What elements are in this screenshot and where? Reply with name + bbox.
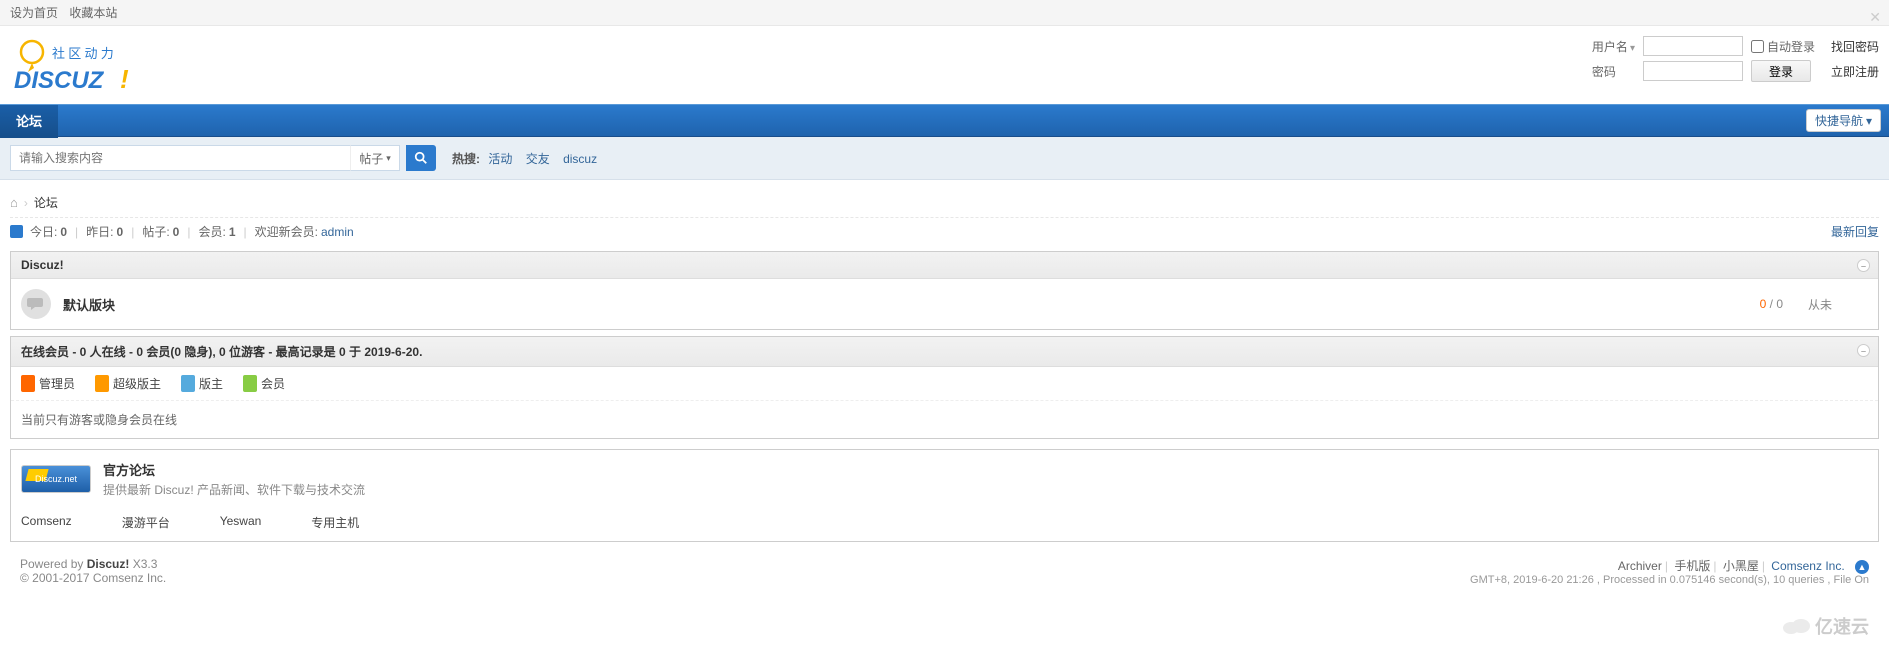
set-homepage-link[interactable]: 设为首页 xyxy=(10,6,58,20)
search-bar: 帖子▾ 热搜: 活动 交友 discuz xyxy=(0,137,1889,180)
official-forum-link[interactable]: 官方论坛 xyxy=(103,463,155,478)
search-button[interactable] xyxy=(406,145,436,171)
link-comsenz[interactable]: Comsenz xyxy=(21,514,72,531)
powered-by: Powered by Discuz! X3.3 xyxy=(20,557,1869,571)
forum-row: 默认版块 0 / 0 从未 xyxy=(11,279,1878,329)
category-name[interactable]: Discuz! xyxy=(21,258,64,272)
search-input[interactable] xyxy=(10,145,350,171)
hot-keyword[interactable]: 活动 xyxy=(488,152,512,166)
login-button[interactable]: 登录 xyxy=(1751,60,1811,82)
hot-search-label: 热搜: xyxy=(452,152,480,166)
discuz-link[interactable]: Discuz! xyxy=(87,557,130,571)
legend-mod: 版主 xyxy=(181,375,223,392)
debug-info: GMT+8, 2019-6-20 21:26 , Processed in 0.… xyxy=(1470,574,1869,586)
member-badge-icon xyxy=(243,375,257,392)
search-icon xyxy=(414,151,428,165)
breadcrumb-forum[interactable]: 论坛 xyxy=(34,194,58,211)
admin-badge-icon xyxy=(21,375,35,392)
link-yeswan[interactable]: Yeswan xyxy=(220,514,262,531)
mobile-link[interactable]: 手机版 xyxy=(1674,559,1710,573)
welcome-label: 欢迎新会员: xyxy=(255,223,318,240)
forum-name[interactable]: 默认版块 xyxy=(63,295,115,314)
home-icon[interactable]: ⌂ xyxy=(10,195,18,210)
legend-member: 会员 xyxy=(243,375,285,392)
forum-post-stats: 0 / 0 xyxy=(1760,297,1783,311)
breadcrumb-separator: › xyxy=(24,196,28,210)
quick-nav-button[interactable]: 快捷导航▾ xyxy=(1806,109,1881,132)
link-host[interactable]: 专用主机 xyxy=(311,514,359,531)
hot-keyword[interactable]: 交友 xyxy=(526,152,550,166)
close-icon[interactable]: ✕ xyxy=(1869,4,1881,30)
online-legend: 管理员 超级版主 版主 会员 xyxy=(11,367,1878,400)
forum-stats: 今日: 0 | 昨日: 0 | 帖子: 0 | 会员: 1 | 欢迎新会员: a… xyxy=(10,217,1879,245)
online-header: 在线会员 - 0 人在线 - 0 会员(0 隐身), 0 位游客 - 最高记录是… xyxy=(11,337,1878,367)
blackhouse-link[interactable]: 小黑屋 xyxy=(1723,559,1759,573)
register-link[interactable]: 立即注册 xyxy=(1831,63,1879,80)
top-bar: 设为首页 收藏本站 ✕ xyxy=(0,0,1889,26)
hot-search: 热搜: 活动 交友 discuz xyxy=(452,150,602,167)
username-label: 用户名▾ xyxy=(1592,38,1635,55)
chevron-down-icon[interactable]: ▾ xyxy=(1630,43,1635,54)
svg-text:DISCUZ: DISCUZ xyxy=(14,67,105,94)
login-area: 用户名▾ 自动登录 找回密码 密码 登录 立即注册 xyxy=(1592,36,1879,82)
latest-reply-link[interactable]: 最新回复 xyxy=(1831,223,1879,240)
logo[interactable]: 社 区 动 力 DISCUZ ! xyxy=(10,36,160,94)
password-input[interactable] xyxy=(1643,61,1743,81)
username-input[interactable] xyxy=(1643,36,1743,56)
comsenz-link[interactable]: Comsenz Inc. xyxy=(1771,559,1844,573)
online-panel: 在线会员 - 0 人在线 - 0 会员(0 隐身), 0 位游客 - 最高记录是… xyxy=(10,336,1879,439)
nav-bar: 论坛 快捷导航▾ xyxy=(0,104,1889,137)
online-message: 当前只有游客或隐身会员在线 xyxy=(11,400,1878,438)
breadcrumb: ⌂ › 论坛 xyxy=(10,188,1879,217)
legend-supermod: 超级版主 xyxy=(95,375,161,392)
official-forum-desc: 提供最新 Discuz! 产品新闻、软件下载与技术交流 xyxy=(103,481,365,498)
forum-icon xyxy=(21,289,51,319)
password-label: 密码 xyxy=(1592,63,1635,80)
posts-count: 0 xyxy=(173,225,180,239)
collapse-icon[interactable]: – xyxy=(1857,344,1870,357)
members-label: 会员: xyxy=(198,223,225,240)
yesterday-label: 昨日: xyxy=(86,223,113,240)
watermark: 亿速云 xyxy=(1781,613,1869,639)
posts-label: 帖子: xyxy=(142,223,169,240)
header: 社 区 动 力 DISCUZ ! 用户名▾ 自动登录 找回密码 密码 登录 立即… xyxy=(0,26,1889,104)
today-count: 0 xyxy=(60,225,67,239)
chevron-down-icon: ▾ xyxy=(386,153,391,164)
search-type-dropdown[interactable]: 帖子▾ xyxy=(350,145,400,171)
newest-member-link[interactable]: admin xyxy=(321,225,354,239)
hot-keyword[interactable]: discuz xyxy=(563,152,597,166)
today-label: 今日: xyxy=(30,223,57,240)
forgot-password-link[interactable]: 找回密码 xyxy=(1831,38,1879,55)
svg-text:!: ! xyxy=(120,64,129,94)
scroll-top-icon[interactable]: ▲ xyxy=(1855,560,1869,574)
favorite-site-link[interactable]: 收藏本站 xyxy=(69,6,117,20)
legend-admin: 管理员 xyxy=(21,375,75,392)
footer: Powered by Discuz! X3.3 © 2001-2017 Coms… xyxy=(10,542,1879,615)
svg-text:社 区 动 力: 社 区 动 力 xyxy=(52,46,114,61)
chevron-down-icon: ▾ xyxy=(1866,114,1872,128)
archiver-link[interactable]: Archiver xyxy=(1618,559,1662,573)
collapse-icon[interactable]: – xyxy=(1857,259,1870,272)
official-forum-image[interactable]: Discuz.net xyxy=(21,465,91,493)
auto-login-checkbox[interactable] xyxy=(1751,40,1764,53)
category-header: Discuz! – xyxy=(11,252,1878,279)
auto-login-label: 自动登录 xyxy=(1767,38,1815,55)
forum-last-post: 从未 xyxy=(1808,296,1868,313)
official-links: Comsenz 漫游平台 Yeswan 专用主机 xyxy=(21,514,1868,531)
stats-icon[interactable] xyxy=(10,225,23,238)
category-panel: Discuz! – 默认版块 0 / 0 从未 xyxy=(10,251,1879,330)
yesterday-count: 0 xyxy=(117,225,124,239)
mod-badge-icon xyxy=(181,375,195,392)
supermod-badge-icon xyxy=(95,375,109,392)
nav-forum[interactable]: 论坛 xyxy=(0,105,58,138)
link-manyou[interactable]: 漫游平台 xyxy=(122,514,170,531)
members-count: 1 xyxy=(229,225,236,239)
official-panel: Discuz.net 官方论坛 提供最新 Discuz! 产品新闻、软件下载与技… xyxy=(10,449,1879,542)
